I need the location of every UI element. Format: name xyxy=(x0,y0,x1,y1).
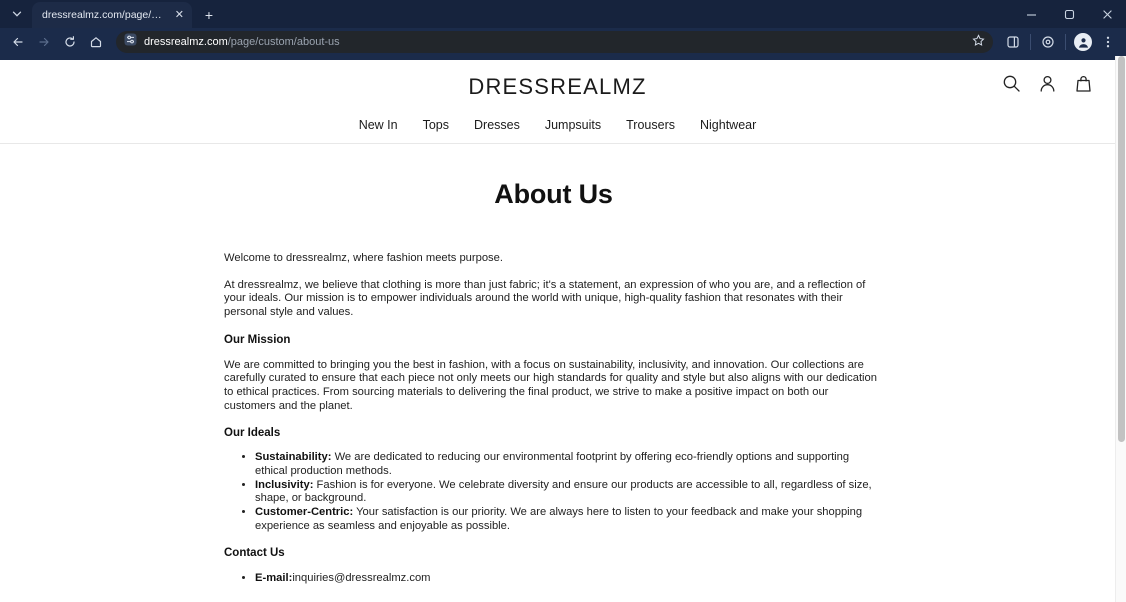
page-viewport: DRESSREALMZ New In Tops Dresses Jumpsuit… xyxy=(0,56,1126,602)
contact-list: E-mail:inquiries@dressrealmz.com xyxy=(224,572,883,586)
url-text: dressrealmz.com/page/custom/about-us xyxy=(144,36,340,48)
main-navigation: New In Tops Dresses Jumpsuits Trousers N… xyxy=(0,118,1115,143)
page-title: About Us xyxy=(494,179,613,209)
browser-toolbar: dressrealmz.com/page/custom/about-us xyxy=(0,28,1126,56)
intro-paragraph: At dressrealmz, we believe that clothing… xyxy=(224,278,866,318)
tab-strip: dressrealmz.com/page/custom ✕ + xyxy=(0,0,1126,28)
split-screen-icon[interactable] xyxy=(1001,30,1025,54)
ideal-text: We are dedicated to reducing our environ… xyxy=(255,451,850,477)
mission-heading: Our Mission xyxy=(224,333,291,346)
header-divider xyxy=(0,143,1115,144)
extensions-icon[interactable] xyxy=(1036,30,1060,54)
star-icon[interactable] xyxy=(972,34,985,50)
reload-icon[interactable] xyxy=(58,30,82,54)
back-icon[interactable] xyxy=(6,30,30,54)
three-dot-menu-icon[interactable] xyxy=(1096,30,1120,54)
page-scrollbar[interactable] xyxy=(1115,56,1126,602)
browser-window: dressrealmz.com/page/custom ✕ + xyxy=(0,0,1126,602)
list-item: Inclusivity: Fashion is for everyone. We… xyxy=(255,479,883,506)
header-icon-group xyxy=(1002,74,1093,93)
url-path: /page/custom/about-us xyxy=(227,36,340,48)
toolbar-right-icons xyxy=(1001,30,1120,54)
email-label: E-mail: xyxy=(255,572,293,585)
minimize-icon[interactable] xyxy=(1012,0,1050,28)
tab-title: dressrealmz.com/page/custom xyxy=(42,9,167,21)
browser-tab[interactable]: dressrealmz.com/page/custom ✕ xyxy=(32,2,192,28)
toolbar-separator xyxy=(1030,34,1031,50)
nav-item-jumpsuits[interactable]: Jumpsuits xyxy=(545,118,601,132)
main-content: About Us Welcome to dressrealmz, where f… xyxy=(0,179,1115,586)
ideal-text: Fashion is for everyone. We celebrate di… xyxy=(255,478,872,505)
maximize-icon[interactable] xyxy=(1050,0,1088,28)
profile-avatar-icon[interactable] xyxy=(1071,30,1095,54)
ideals-list: Sustainability: We are dedicated to redu… xyxy=(224,451,883,533)
shopping-bag-icon[interactable] xyxy=(1074,74,1093,93)
search-icon[interactable] xyxy=(1002,74,1021,93)
list-item: Customer-Centric: Your satisfaction is o… xyxy=(255,506,883,533)
window-controls xyxy=(1012,0,1126,28)
address-bar[interactable]: dressrealmz.com/page/custom/about-us xyxy=(116,31,993,53)
scrollbar-thumb[interactable] xyxy=(1118,56,1125,442)
ideals-heading: Our Ideals xyxy=(224,427,281,440)
ideal-label: Inclusivity: xyxy=(255,478,314,491)
close-icon[interactable] xyxy=(1088,0,1126,28)
site-settings-icon[interactable] xyxy=(124,33,137,51)
ideal-label: Sustainability: xyxy=(255,451,332,464)
mission-paragraph: We are committed to bringing you the bes… xyxy=(224,358,877,412)
home-icon[interactable] xyxy=(84,30,108,54)
nav-item-tops[interactable]: Tops xyxy=(423,118,449,132)
url-domain: dressrealmz.com xyxy=(144,36,228,48)
account-icon[interactable] xyxy=(1038,74,1057,93)
forward-icon[interactable] xyxy=(32,30,56,54)
list-item: Sustainability: We are dedicated to redu… xyxy=(255,451,883,478)
nav-item-dresses[interactable]: Dresses xyxy=(474,118,520,132)
nav-item-trousers[interactable]: Trousers xyxy=(626,118,675,132)
toolbar-separator xyxy=(1065,34,1066,50)
new-tab-button[interactable]: + xyxy=(198,4,220,26)
nav-item-nightwear[interactable]: Nightwear xyxy=(700,118,756,132)
email-value[interactable]: inquiries@dressrealmz.com xyxy=(292,572,430,584)
nav-item-new-in[interactable]: New In xyxy=(359,118,398,132)
web-page: DRESSREALMZ New In Tops Dresses Jumpsuit… xyxy=(0,56,1115,602)
ideal-label: Customer-Centric: xyxy=(255,505,354,518)
tab-close-icon[interactable]: ✕ xyxy=(173,9,186,21)
tab-search-icon[interactable] xyxy=(4,1,30,27)
site-header: DRESSREALMZ New In Tops Dresses Jumpsuit… xyxy=(0,60,1115,144)
welcome-paragraph: Welcome to dressrealmz, where fashion me… xyxy=(224,252,503,264)
contact-heading: Contact Us xyxy=(224,547,285,560)
site-logo[interactable]: DRESSREALMZ xyxy=(0,74,1115,100)
list-item: E-mail:inquiries@dressrealmz.com xyxy=(255,572,883,586)
